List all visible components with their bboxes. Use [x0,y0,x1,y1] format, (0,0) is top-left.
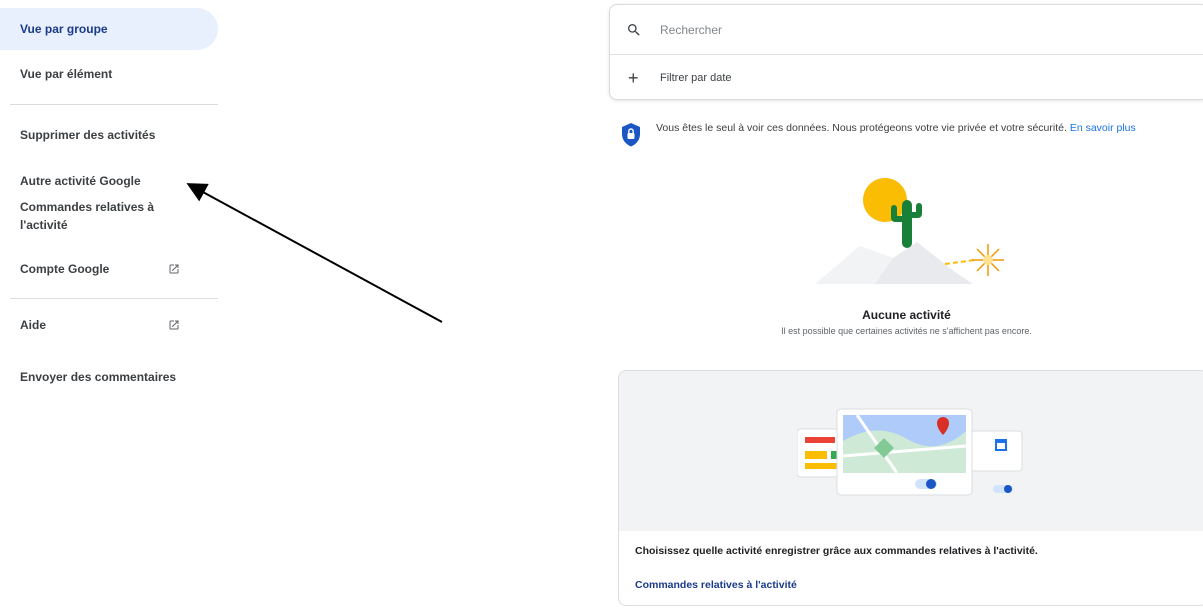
activity-controls-card: Choisissez quelle activité enregistrer g… [618,370,1203,606]
sidebar-item-label: Commandes relatives à l'activité [20,200,155,232]
search-input[interactable] [660,22,1060,37]
sidebar-item-label: Vue par élément [20,67,113,81]
sidebar-item-group-view[interactable]: Vue par groupe [0,8,218,50]
sidebar-divider [10,298,218,299]
sidebar-item-label: Aide [20,318,47,332]
empty-desert-illustration [815,178,1004,284]
sidebar-item-send-feedback[interactable]: Envoyer des commentaires [0,360,218,394]
activity-controls-illustration [797,408,1023,496]
sidebar-item-help[interactable]: Aide [0,308,218,342]
open-in-new-icon [169,264,179,274]
sidebar-item-item-view[interactable]: Vue par élément [0,56,218,92]
empty-state-title: Aucune activité [862,308,951,322]
sidebar-item-delete-activity[interactable]: Supprimer des activités [0,118,218,152]
promo-text: Choisissez quelle activité enregistrer g… [635,545,1038,557]
filter-by-date-button[interactable]: + Filtrer par date [610,55,1203,101]
shield-lock-icon [622,123,640,147]
privacy-notice: Vous êtes le seul à voir ces données. No… [620,120,1203,148]
my-activity-page: Vue par groupe Vue par élément Supprimer… [0,0,1203,609]
sidebar-item-label: Compte Google [20,262,110,276]
search-card: + Filtrer par date [609,4,1203,100]
sidebar-item-label: Autre activité Google [20,174,141,188]
filter-by-date-label: Filtrer par date [660,72,732,84]
search-bar [610,5,1203,55]
privacy-text: Vous êtes le seul à voir ces données. No… [656,120,1196,148]
sidebar-item-label: Supprimer des activités [20,128,156,142]
activity-controls-link[interactable]: Commandes relatives à l'activité [635,579,797,591]
privacy-message: Vous êtes le seul à voir ces données. No… [656,122,1067,134]
learn-more-link[interactable]: En savoir plus [1070,122,1136,134]
sidebar-item-activity-controls[interactable]: Commandes relatives à l'activité [0,190,218,242]
sidebar-item-google-account[interactable]: Compte Google [0,252,218,286]
empty-state-subtitle: Il est possible que certaines activités … [781,326,1032,336]
promo-hero [619,371,1203,531]
plus-icon: + [628,68,639,88]
sidebar-divider [10,104,218,105]
open-in-new-icon [169,320,179,330]
search-icon[interactable] [626,22,642,38]
sidebar-item-label: Vue par groupe [20,22,108,36]
sidebar-item-label: Envoyer des commentaires [20,370,177,384]
